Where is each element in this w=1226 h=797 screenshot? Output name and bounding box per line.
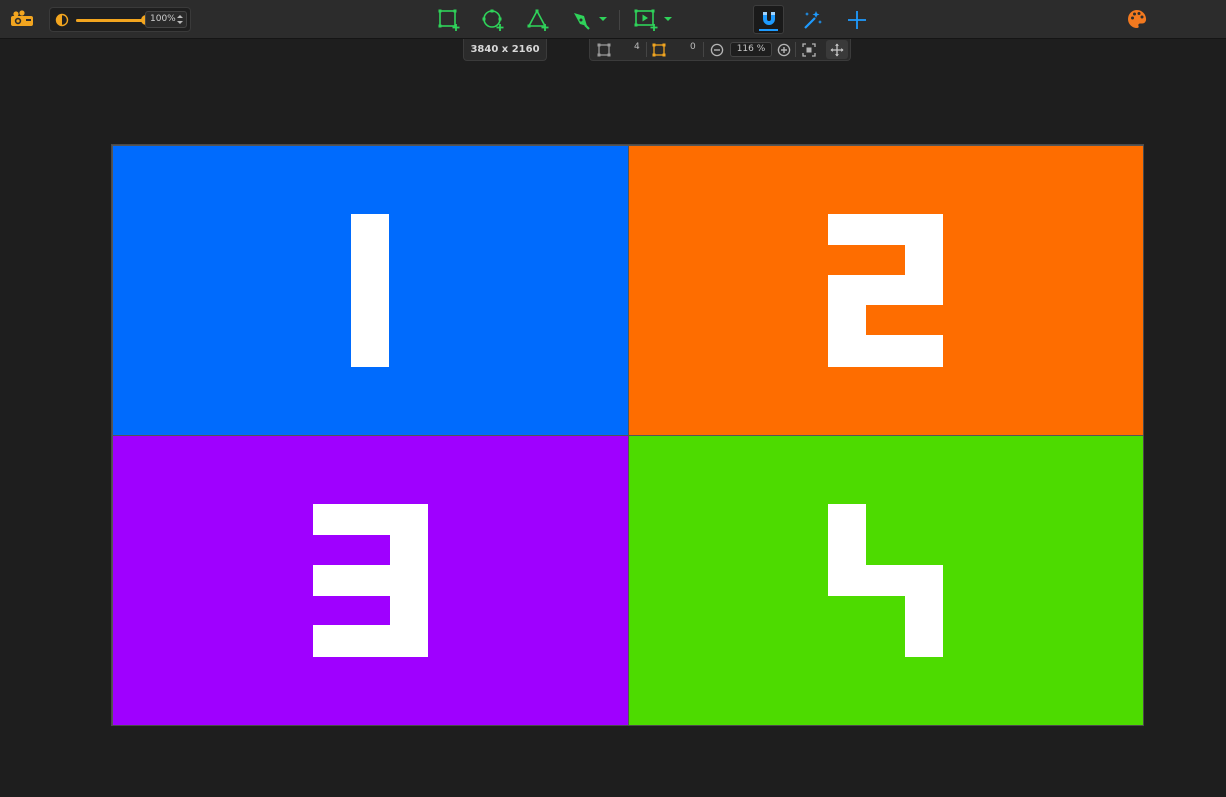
move-icon [830,43,844,57]
top-toolbar: 100% [0,0,1226,39]
surface-selected-icon[interactable] [650,39,668,60]
digit-1-graphic [351,214,389,367]
toolbar-divider [619,10,620,30]
magic-wand-icon[interactable] [801,8,825,32]
media-dropdown-icon[interactable] [663,14,673,24]
zoom-out-icon[interactable] [708,39,726,60]
surface-subtoolbar: 4 0 116 % [589,39,851,61]
zoom-in-icon[interactable] [775,39,793,60]
resolution-label: 3840 x 2160 [463,39,547,61]
quadrant-2[interactable] [629,146,1143,435]
quadrant-1[interactable] [113,146,628,435]
selected-count: 0 [690,42,696,52]
palette-icon[interactable] [1126,8,1148,30]
opacity-slider-fill [76,19,146,22]
opacity-value-input[interactable]: 100% [145,11,187,28]
projector-icon[interactable] [9,8,35,30]
digit-3-graphic [313,504,428,657]
projection-canvas[interactable] [111,144,1144,726]
active-underline [759,29,778,31]
digit-2-graphic [828,214,943,367]
magnet-snap-button[interactable] [753,5,784,34]
pen-dropdown-icon[interactable] [598,14,608,24]
subbar-divider [795,42,796,57]
subbar-divider [646,42,647,57]
spin-arrows-icon[interactable] [177,14,183,25]
pen-nib-icon[interactable] [570,8,592,32]
quadrant-3[interactable] [113,436,628,725]
media-rectangle-plus-icon[interactable] [633,8,659,32]
magnet-icon [763,12,775,25]
subbar-divider [703,42,704,57]
app-window: 100% 3840 x 2160 4 0 116 % [0,0,1226,797]
quadrant-4[interactable] [629,436,1143,725]
opacity-control: 100% [49,7,191,32]
digit-4-graphic [828,504,943,657]
half-circle-icon [55,13,69,27]
fit-screen-icon[interactable] [800,39,818,60]
surface-count: 4 [634,42,640,52]
circle-plus-icon[interactable] [481,8,505,32]
zoom-level-input[interactable]: 116 % [730,42,772,57]
opacity-value-label: 100% [150,14,176,24]
crosshair-icon[interactable] [845,8,869,32]
rectangle-plus-icon[interactable] [437,8,461,32]
surface-outline-icon[interactable] [595,39,613,60]
move-button[interactable] [826,40,848,59]
triangle-plus-icon[interactable] [526,8,550,32]
